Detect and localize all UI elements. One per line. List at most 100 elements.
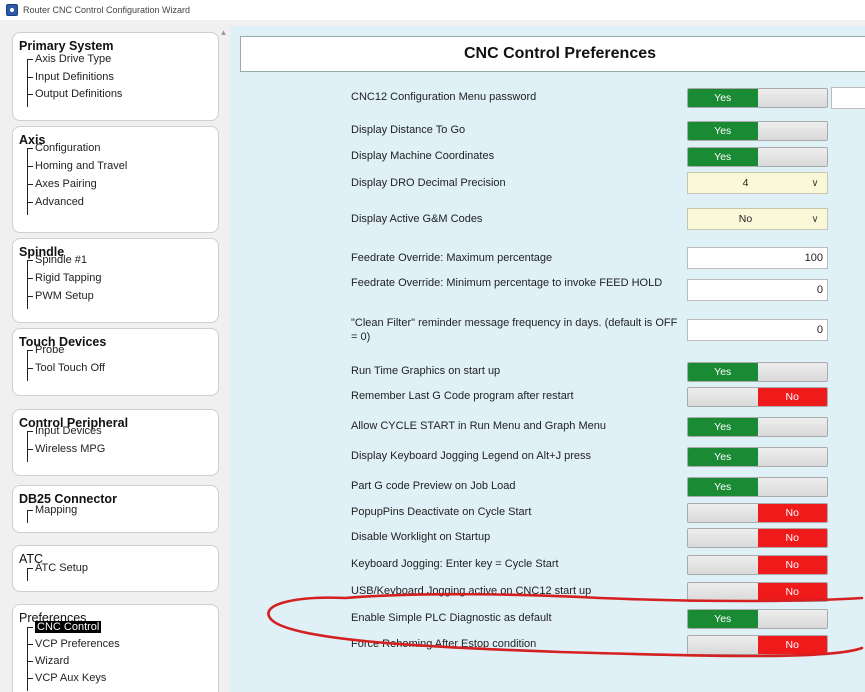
toggle-no-option[interactable]: No: [757, 504, 827, 522]
sidebar: ▲ Primary System Axis Drive Type Input Def…: [6, 26, 230, 692]
toggle-cnc12-configuration-menu-passw[interactable]: Yes: [687, 88, 828, 108]
scroll-up-icon[interactable]: ▲: [217, 28, 230, 37]
setting-label-feedrate-override-maximum-percentage: Feedrate Override: Maximum percentage: [351, 252, 553, 264]
number-input-clean-filter-reminder-message-[interactable]: 0: [687, 319, 828, 341]
sidebar-item-output-definitions[interactable]: Output Definitions: [27, 86, 122, 104]
window-title: Router CNC Control Configuration Wizard: [23, 5, 191, 15]
sidebar-item-axis-drive-type[interactable]: Axis Drive Type: [27, 51, 111, 69]
setting-label-enable-simple-plc-diagnostic-as-default: Enable Simple PLC Diagnostic as default: [351, 612, 552, 624]
toggle-yes-option[interactable]: Yes: [688, 148, 758, 166]
toggle-yes-option[interactable]: Yes: [688, 122, 758, 140]
sidebar-item-input-devices[interactable]: Input Devices: [27, 423, 102, 441]
setting-label-popuppins-deactivate-on-cycle-start: PopupPins Deactivate on Cycle Start: [351, 506, 532, 518]
sidebar-group-db25-connector: DB25 Connector Mapping: [12, 485, 219, 533]
setting-label-force-rehoming-after-estop-condition: Force Rehoming After Estop condition: [351, 638, 537, 650]
select-value: 4: [742, 177, 749, 189]
sidebar-item-configuration[interactable]: Configuration: [27, 140, 100, 158]
toggle-blank-option[interactable]: [757, 418, 827, 436]
sidebar-item-pwm-setup[interactable]: PWM Setup: [27, 288, 94, 306]
chevron-down-icon[interactable]: ∨: [803, 214, 827, 225]
sidebar-item-label: Mapping: [35, 504, 78, 516]
sidebar-item-axes-pairing[interactable]: Axes Pairing: [27, 176, 97, 194]
toggle-display-keyboard-jogging-legen[interactable]: Yes: [687, 447, 828, 467]
page-title: CNC Control Preferences: [240, 36, 865, 72]
setting-label-display-machine-coordinates: Display Machine Coordinates: [351, 150, 495, 162]
setting-label-usb-keyboard-jogging-active-on-cnc12-sta: USB/Keyboard Jogging active on CNC12 sta…: [351, 585, 592, 597]
toggle-yes-option[interactable]: Yes: [688, 478, 758, 496]
toggle-yes-option[interactable]: Yes: [688, 448, 758, 466]
toggle-blank-option[interactable]: [757, 363, 827, 381]
toggle-popuppins-deactivate-on-cycle-[interactable]: No: [687, 503, 828, 523]
setting-label-display-keyboard-jogging-legend-on-alt-j: Display Keyboard Jogging Legend on Alt+J…: [351, 450, 592, 462]
main-panel: CNC Control Preferences CNC12 Configurat…: [230, 26, 865, 692]
setting-label-allow-cycle-start-in-run-menu-and-graph-: Allow CYCLE START in Run Menu and Graph …: [351, 420, 606, 432]
toggle-blank-option[interactable]: [688, 388, 758, 406]
sidebar-item-atc-setup[interactable]: ATC Setup: [27, 560, 88, 578]
sidebar-item-label: Wireless MPG: [35, 443, 106, 455]
toggle-no-option[interactable]: No: [757, 583, 827, 601]
sidebar-item-rigid-tapping[interactable]: Rigid Tapping: [27, 270, 101, 288]
sidebar-item-spindle-1[interactable]: Spindle #1: [27, 252, 87, 270]
sidebar-item-input-definitions[interactable]: Input Definitions: [27, 69, 114, 87]
sidebar-item-vcp-preferences[interactable]: VCP Preferences: [27, 636, 120, 654]
sidebar-item-tool-touch-off[interactable]: Tool Touch Off: [27, 360, 105, 378]
sidebar-item-homing-and-travel[interactable]: Homing and Travel: [27, 158, 127, 176]
toggle-part-g-code-preview-on-job-loa[interactable]: Yes: [687, 477, 828, 497]
sidebar-item-mapping[interactable]: Mapping: [27, 502, 77, 520]
toggle-yes-option[interactable]: Yes: [688, 363, 758, 381]
sidebar-group-touch-devices: Touch Devices Probe Tool Touch Off: [12, 328, 219, 396]
toggle-allow-cycle-start-in-run-menu-[interactable]: Yes: [687, 417, 828, 437]
toggle-no-option[interactable]: No: [757, 556, 827, 574]
sidebar-group-primary-system: Primary System Axis Drive Type Input Defin…: [12, 32, 219, 121]
sidebar-item-cnc-control[interactable]: CNC Control: [27, 619, 102, 637]
sidebar-item-probe[interactable]: Probe: [27, 342, 64, 360]
toggle-blank-option[interactable]: [757, 122, 827, 140]
chevron-down-icon[interactable]: ∨: [803, 178, 827, 189]
toggle-yes-option[interactable]: Yes: [688, 418, 758, 436]
sidebar-item-label: VCP Aux Keys: [35, 672, 107, 684]
toggle-blank-option[interactable]: [757, 89, 827, 107]
select-display-dro-decimal-precision[interactable]: 4 ∨: [687, 172, 828, 194]
toggle-display-distance-to-go[interactable]: Yes: [687, 121, 828, 141]
toggle-usb-keyboard-jogging-active-on[interactable]: No: [687, 582, 828, 602]
sidebar-item-label: CNC Control: [35, 621, 102, 633]
number-input-feedrate-override-minimum-perc[interactable]: 0: [687, 279, 828, 301]
sidebar-item-label: Spindle #1: [35, 254, 87, 266]
toggle-blank-option[interactable]: [688, 504, 758, 522]
toggle-enable-simple-plc-diagnostic-a[interactable]: Yes: [687, 609, 828, 629]
toggle-run-time-graphics-on-start-up[interactable]: Yes: [687, 362, 828, 382]
toggle-blank-option[interactable]: [757, 148, 827, 166]
sidebar-item-label: Homing and Travel: [35, 160, 128, 172]
setting-label-feedrate-override-minimum-percentage-to-: Feedrate Override: Minimum percentage to…: [351, 277, 663, 289]
sidebar-item-vcp-aux-keys[interactable]: VCP Aux Keys: [27, 670, 106, 688]
select-display-active-g-m-codes[interactable]: No ∨: [687, 208, 828, 230]
toggle-no-option[interactable]: No: [757, 529, 827, 547]
password-input[interactable]: [831, 87, 865, 109]
sidebar-item-label: PWM Setup: [35, 290, 94, 302]
toggle-blank-option[interactable]: [757, 448, 827, 466]
sidebar-item-advanced[interactable]: Advanced: [27, 194, 84, 212]
sidebar-group-control-peripheral: Control Peripheral Input Devices Wireless …: [12, 409, 219, 476]
toggle-blank-option[interactable]: [688, 556, 758, 574]
sidebar-group-spindle: Spindle Spindle #1 Rigid Tapping PWM Setup: [12, 238, 219, 323]
toggle-keyboard-jogging-enter-key-cyc[interactable]: No: [687, 555, 828, 575]
sidebar-item-label: Rigid Tapping: [35, 272, 102, 284]
sidebar-item-label: ATC Setup: [35, 562, 88, 574]
toggle-blank-option[interactable]: [688, 529, 758, 547]
setting-label-display-distance-to-go: Display Distance To Go: [351, 124, 466, 136]
toggle-disable-worklight-on-startup[interactable]: No: [687, 528, 828, 548]
toggle-display-machine-coordinates[interactable]: Yes: [687, 147, 828, 167]
toggle-force-rehoming-after-estop-con[interactable]: No: [687, 635, 828, 655]
toggle-remember-last-g-code-program-a[interactable]: No: [687, 387, 828, 407]
toggle-no-option[interactable]: No: [757, 636, 827, 654]
toggle-no-option[interactable]: No: [757, 388, 827, 406]
sidebar-item-wireless-mpg[interactable]: Wireless MPG: [27, 441, 105, 459]
toggle-yes-option[interactable]: Yes: [688, 89, 758, 107]
toggle-blank-option[interactable]: [757, 478, 827, 496]
toggle-blank-option[interactable]: [688, 583, 758, 601]
number-input-feedrate-override-maximum-perc[interactable]: 100: [687, 247, 828, 269]
toggle-blank-option[interactable]: [688, 636, 758, 654]
toggle-blank-option[interactable]: [757, 610, 827, 628]
toggle-yes-option[interactable]: Yes: [688, 610, 758, 628]
sidebar-item-wizard[interactable]: Wizard: [27, 653, 69, 671]
